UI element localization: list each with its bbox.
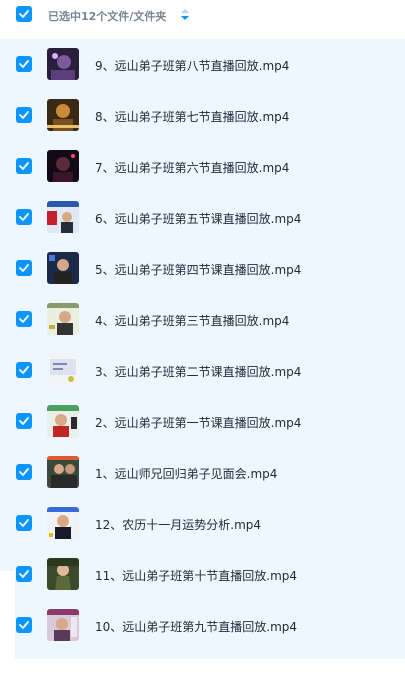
row-checkbox[interactable] [16,362,32,378]
video-thumbnail [47,201,79,233]
selection-header: 已选中12个文件/文件夹 [0,0,405,28]
checkmark-icon [19,111,29,119]
checkmark-icon [19,213,29,221]
checkmark-icon [19,315,29,323]
list-item[interactable]: 12、农历十一月运势分析.mp4 [0,498,405,549]
list-item[interactable]: 5、远山弟子班第四节课直播回放.mp4 [0,243,405,294]
list-item[interactable]: 4、远山弟子班第三节直播回放.mp4 [0,294,405,345]
checkmark-icon [19,417,29,425]
checkmark-icon [19,162,29,170]
sort-arrows-icon[interactable] [181,9,189,20]
video-thumbnail [47,456,79,488]
file-name[interactable]: 5、远山弟子班第四节课直播回放.mp4 [95,261,301,278]
list-item[interactable]: 8、远山弟子班第七节直播回放.mp4 [0,90,405,141]
row-checkbox[interactable] [16,464,32,480]
checkmark-icon [19,366,29,374]
row-checkbox[interactable] [16,260,32,276]
list-item[interactable]: 3、远山弟子班第二节课直播回放.mp4 [0,345,405,396]
select-all-checkbox[interactable] [16,6,32,22]
checkmark-icon [19,468,29,476]
video-thumbnail [47,354,79,386]
row-checkbox[interactable] [16,56,32,72]
row-checkbox[interactable] [16,209,32,225]
row-checkbox[interactable] [16,413,32,429]
video-thumbnail [47,48,79,80]
list-item[interactable]: 2、远山弟子班第一节课直播回放.mp4 [0,396,405,447]
checkmark-icon [19,264,29,272]
file-name[interactable]: 11、远山弟子班第十节直播回放.mp4 [95,567,297,584]
list-item[interactable]: 7、远山弟子班第六节直播回放.mp4 [0,141,405,192]
checkmark-icon [19,621,29,629]
video-thumbnail [47,609,79,641]
list-item[interactable]: 6、远山弟子班第五节课直播回放.mp4 [0,192,405,243]
list-item[interactable]: 10、远山弟子班第九节直播回放.mp4 [0,600,405,651]
file-list: 9、远山弟子班第八节直播回放.mp4 8、远山弟子班第七节直播回放.mp4 7、… [0,39,405,698]
row-checkbox[interactable] [16,311,32,327]
file-name[interactable]: 10、远山弟子班第九节直播回放.mp4 [95,618,297,635]
list-item[interactable]: 11、远山弟子班第十节直播回放.mp4 [0,549,405,600]
row-checkbox[interactable] [16,515,32,531]
checkmark-icon [19,570,29,578]
video-thumbnail [47,303,79,335]
row-checkbox[interactable] [16,566,32,582]
row-checkbox[interactable] [16,107,32,123]
video-thumbnail [47,558,79,590]
video-thumbnail [47,150,79,182]
checkmark-icon [19,519,29,527]
file-name[interactable]: 3、远山弟子班第二节课直播回放.mp4 [95,363,301,380]
file-name[interactable]: 9、远山弟子班第八节直播回放.mp4 [95,57,289,74]
checkmark-icon [19,10,29,18]
file-name[interactable]: 2、远山弟子班第一节课直播回放.mp4 [95,414,301,431]
file-name[interactable]: 4、远山弟子班第三节直播回放.mp4 [95,312,289,329]
file-name[interactable]: 1、远山师兄回归弟子见面会.mp4 [95,465,277,482]
video-thumbnail [47,405,79,437]
row-checkbox[interactable] [16,158,32,174]
video-thumbnail [47,99,79,131]
list-item[interactable]: 9、远山弟子班第八节直播回放.mp4 [0,39,405,90]
file-name[interactable]: 7、远山弟子班第六节直播回放.mp4 [95,159,289,176]
file-name[interactable]: 12、农历十一月运势分析.mp4 [95,516,261,533]
file-name[interactable]: 8、远山弟子班第七节直播回放.mp4 [95,108,289,125]
row-checkbox[interactable] [16,617,32,633]
checkmark-icon [19,60,29,68]
video-thumbnail [47,252,79,284]
selection-count-label: 已选中12个文件/文件夹 [48,10,167,23]
list-item[interactable]: 1、远山师兄回归弟子见面会.mp4 [0,447,405,498]
file-name[interactable]: 6、远山弟子班第五节课直播回放.mp4 [95,210,301,227]
video-thumbnail [47,507,79,539]
